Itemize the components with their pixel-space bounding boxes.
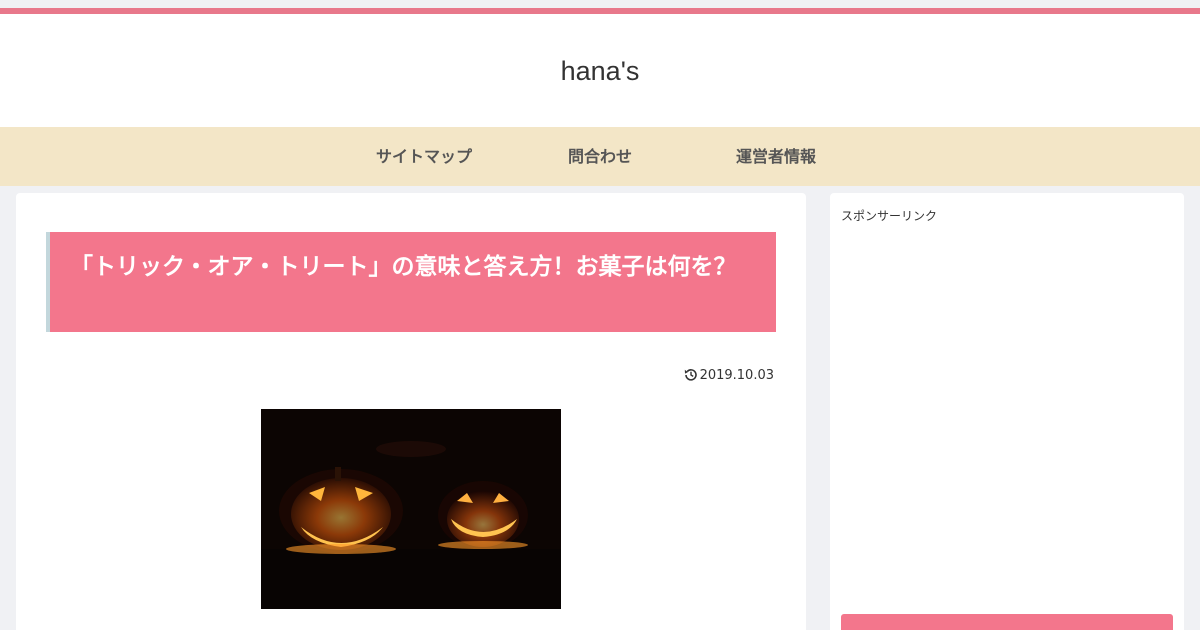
nav-item-sitemap[interactable]: サイトマップ <box>324 127 524 186</box>
site-header: hana's <box>0 14 1200 127</box>
post-update-date: 2019.10.03 <box>684 368 774 383</box>
sponsor-link-label: スポンサーリンク <box>841 209 938 223</box>
article-title: 「トリック・オア・トリート」の意味と答え方！お菓子は何を？ <box>46 232 776 332</box>
nav-item-operator-info[interactable]: 運営者情報 <box>676 127 876 186</box>
post-date-text: 2019.10.03 <box>699 368 774 383</box>
sidebar-widget-header <box>841 614 1173 630</box>
main-content: 「トリック・オア・トリート」の意味と答え方！お菓子は何を？ 2019.10.03 <box>16 193 806 630</box>
nav-item-contact[interactable]: 問合わせ <box>500 127 700 186</box>
global-nav: サイトマップ 問合わせ 運営者情報 <box>0 127 1200 186</box>
update-icon <box>684 369 697 381</box>
sidebar: スポンサーリンク <box>830 193 1184 630</box>
jack-o-lantern-image <box>261 409 561 609</box>
eyecatch-image <box>261 409 561 609</box>
site-title-link[interactable]: hana's <box>0 56 1200 87</box>
